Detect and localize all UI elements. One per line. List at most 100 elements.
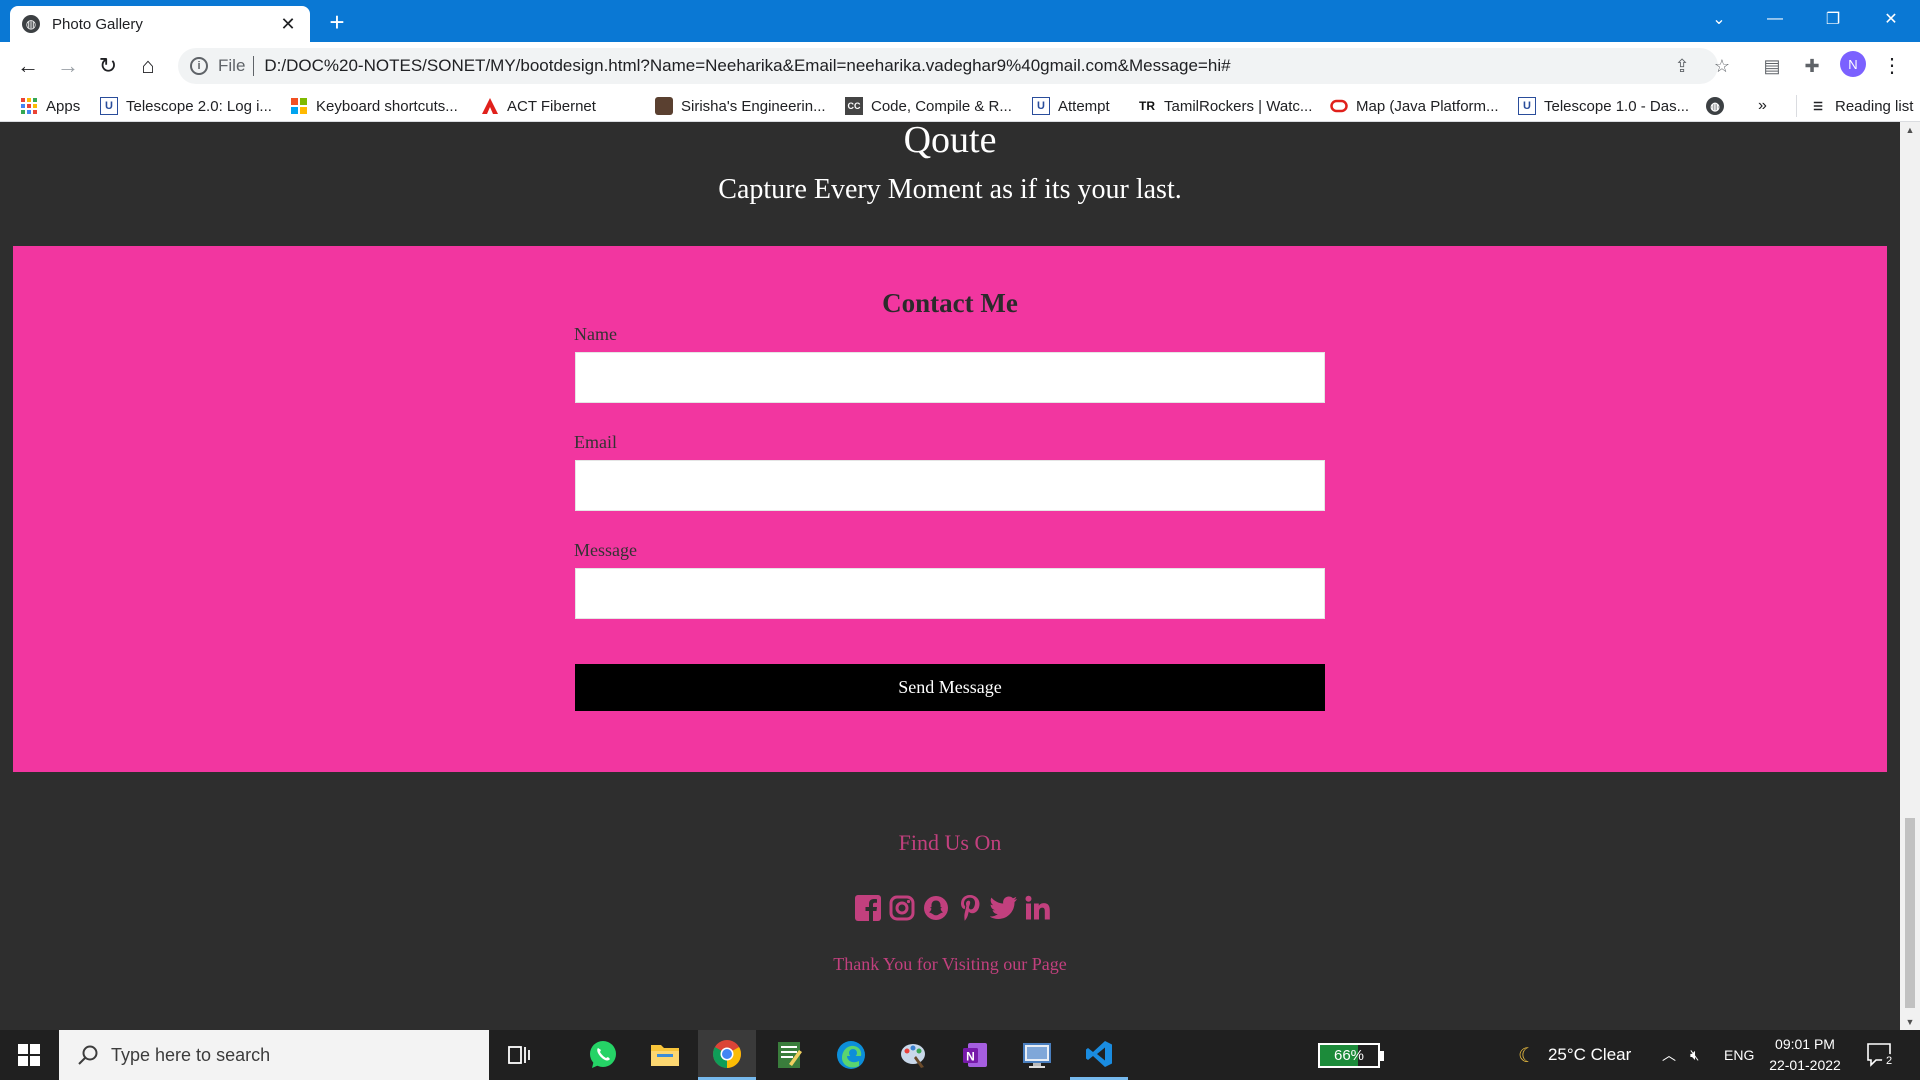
clock-date: 22-01-2022 — [1769, 1057, 1841, 1073]
back-icon[interactable]: ← — [12, 50, 44, 82]
windows-taskbar: Type here to search N 66% ☾ 25°C Clear ︿… — [0, 1030, 1920, 1080]
moon-icon: ☾ — [1518, 1044, 1536, 1067]
bookmark-apps[interactable]: Apps — [20, 95, 80, 117]
profile-avatar[interactable]: N — [1840, 51, 1866, 77]
linkedin-icon[interactable] — [1024, 893, 1052, 923]
file-explorer-icon[interactable] — [636, 1030, 694, 1080]
scrollbar-thumb[interactable] — [1905, 818, 1915, 1008]
bookmark-map-java[interactable]: Map (Java Platform... — [1330, 95, 1499, 117]
bookmark-code-compile[interactable]: CC Code, Compile & R... — [845, 95, 1012, 117]
instagram-icon[interactable] — [888, 893, 916, 923]
remote-desktop-icon[interactable] — [1008, 1030, 1066, 1080]
microsoft-icon — [290, 97, 308, 115]
contact-section: Contact Me Name Email Message Send Messa… — [13, 246, 1887, 772]
tab-title: Photo Gallery — [52, 15, 143, 33]
bookmark-label: Apps — [46, 97, 81, 115]
language-indicator[interactable]: ENG — [1724, 1030, 1754, 1080]
close-tab-icon[interactable]: ✕ — [278, 14, 298, 35]
start-button[interactable] — [0, 1030, 58, 1080]
tab-search-icon[interactable]: ⌄ — [1696, 0, 1742, 38]
menu-icon[interactable]: ⋮ — [1882, 50, 1902, 80]
name-field[interactable] — [575, 352, 1325, 403]
notification-count: 2 — [1882, 1054, 1896, 1068]
share-icon[interactable]: ⇪ — [1668, 52, 1696, 80]
task-view-icon[interactable] — [490, 1030, 548, 1080]
oracle-icon — [1330, 97, 1348, 115]
bookmark-label: Attempt — [1058, 97, 1110, 115]
svg-text:N: N — [966, 1050, 975, 1064]
globe-icon: ◍ — [22, 15, 40, 33]
browser-toolbar: ← → ↻ ⌂ i File D:/DOC%20-NOTES/SONET/MY/… — [0, 42, 1920, 90]
home-icon[interactable]: ⌂ — [132, 50, 164, 82]
screen: ◍ Photo Gallery ✕ + ⌄ — ❐ ✕ ← → ↻ ⌂ i Fi… — [0, 0, 1920, 1080]
paint-icon[interactable] — [884, 1030, 942, 1080]
divider — [253, 56, 255, 76]
page-scrollbar[interactable]: ▲ ▼ — [1900, 122, 1920, 1030]
telescope-icon: U — [1518, 97, 1536, 115]
reading-list-button[interactable]: ☰ Reading list — [1796, 95, 1913, 117]
bookmark-attempt[interactable]: U Attempt — [1032, 95, 1110, 117]
thanks-text: Thank You for Visiting our Page — [833, 954, 1067, 974]
vscode-icon[interactable] — [1070, 1030, 1128, 1080]
clock[interactable]: 09:01 PM 22-01-2022 — [1762, 1034, 1848, 1076]
edge-icon[interactable] — [822, 1030, 880, 1080]
onenote-icon[interactable]: N — [946, 1030, 1004, 1080]
more-bookmarks-button[interactable]: » — [1758, 95, 1767, 117]
email-field[interactable] — [575, 460, 1325, 511]
chrome-icon[interactable] — [698, 1030, 756, 1080]
bookmark-tamilrockers[interactable]: TR TamilRockers | Watc... — [1138, 95, 1312, 117]
bookmark-act-fibernet[interactable]: ACT Fibernet — [481, 95, 596, 117]
bookmark-label: Keyboard shortcuts... — [316, 97, 458, 115]
bookmark-label: Code, Compile & R... — [871, 97, 1012, 115]
windows-logo-icon — [18, 1044, 40, 1066]
show-hidden-icons-icon[interactable]: ︿ — [1662, 1030, 1676, 1080]
page-viewport: Qoute Capture Every Moment as if its you… — [0, 122, 1900, 1030]
reload-icon[interactable]: ↻ — [92, 50, 124, 82]
minimize-button[interactable]: — — [1752, 0, 1798, 38]
send-message-button[interactable]: Send Message — [575, 664, 1325, 711]
notifications-icon[interactable]: 2 — [1866, 1042, 1896, 1068]
battery-indicator[interactable]: 66% — [1318, 1043, 1384, 1068]
scheme-label: File — [218, 56, 246, 75]
act-icon — [481, 97, 499, 115]
bookmark-star-icon[interactable]: ☆ — [1708, 52, 1736, 80]
bookmark-globe[interactable]: ◍ — [1706, 95, 1732, 117]
new-tab-button[interactable]: + — [322, 7, 352, 37]
scroll-up-icon[interactable]: ▲ — [1900, 122, 1920, 138]
taskbar-search-box[interactable]: Type here to search — [59, 1030, 489, 1080]
twitter-icon[interactable] — [990, 893, 1018, 923]
facebook-icon[interactable] — [854, 893, 882, 923]
bookmark-label: Telescope 2.0: Log i... — [126, 97, 272, 115]
forward-icon[interactable]: → — [52, 50, 84, 82]
globe-icon: ◍ — [1706, 97, 1724, 115]
browser-titlebar: ◍ Photo Gallery ✕ + ⌄ — ❐ ✕ — [0, 0, 1920, 42]
weather-text: 25°C Clear — [1547, 1045, 1632, 1064]
extension-page-icon[interactable]: ▤ — [1758, 52, 1786, 80]
site-info-icon[interactable]: i — [190, 57, 208, 75]
whatsapp-icon[interactable] — [574, 1030, 632, 1080]
bookmarks-bar: Apps U Telescope 2.0: Log i... Keyboard … — [0, 90, 1920, 122]
close-window-button[interactable]: ✕ — [1868, 0, 1914, 38]
quote-title: Qoute — [903, 122, 997, 161]
url-text[interactable]: D:/DOC%20-NOTES/SONET/MY/bootdesign.html… — [264, 56, 1230, 76]
contact-heading: Contact Me — [882, 288, 1018, 318]
weather-widget[interactable]: ☾ 25°C Clear — [1518, 1030, 1631, 1080]
bookmark-keyboard-shortcuts[interactable]: Keyboard shortcuts... — [290, 95, 458, 117]
address-bar[interactable]: i File D:/DOC%20-NOTES/SONET/MY/bootdesi… — [178, 48, 1718, 84]
bookmark-telescope-1[interactable]: U Telescope 1.0 - Das... — [1518, 95, 1689, 117]
bookmark-label: Telescope 1.0 - Das... — [1544, 97, 1690, 115]
extensions-puzzle-icon[interactable]: ✚ — [1798, 52, 1826, 80]
message-label: Message — [574, 540, 637, 560]
bookmark-telescope-2[interactable]: U Telescope 2.0: Log i... — [100, 95, 272, 117]
bookmark-sirisha[interactable]: Sirisha's Engineerin... — [655, 95, 826, 117]
scroll-down-icon[interactable]: ▼ — [1900, 1014, 1920, 1030]
volume-muted-icon[interactable]: 🔇︎ — [1690, 1030, 1699, 1080]
snapchat-icon[interactable] — [922, 893, 950, 923]
restore-button[interactable]: ❐ — [1810, 0, 1856, 38]
notepad-app-icon[interactable] — [760, 1030, 818, 1080]
bookmark-label: TamilRockers | Watc... — [1164, 97, 1313, 115]
search-icon — [78, 1045, 98, 1065]
message-field[interactable] — [575, 568, 1325, 619]
pinterest-icon[interactable] — [956, 893, 984, 923]
browser-tab[interactable]: ◍ Photo Gallery ✕ — [10, 6, 310, 42]
